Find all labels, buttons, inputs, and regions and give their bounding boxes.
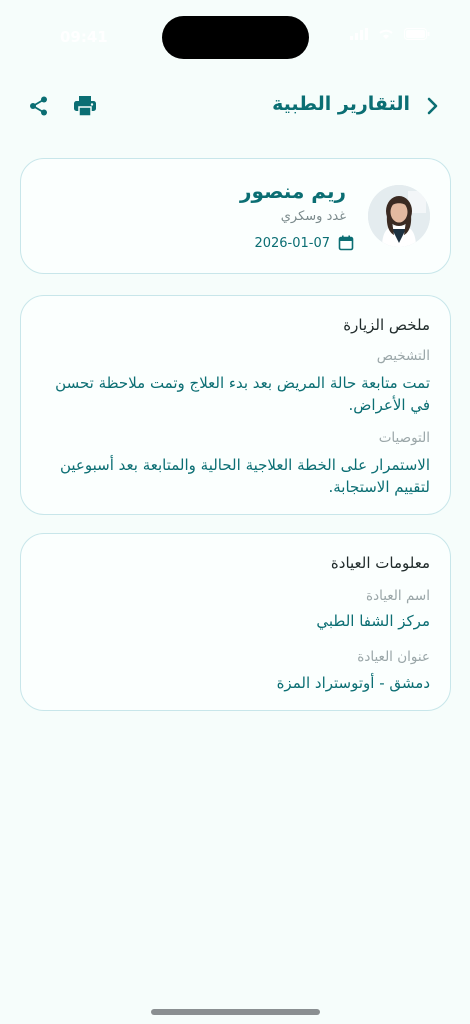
clinic-info-card: معلومات العيادة اسم العيادة مركز الشفا ا… bbox=[20, 533, 451, 711]
home-indicator[interactable] bbox=[151, 1009, 320, 1015]
doctor-photo bbox=[368, 185, 430, 247]
battery-icon bbox=[404, 28, 430, 44]
status-bar: 09:41 bbox=[0, 0, 470, 70]
patient-card: ريم منصور غدد وسكري 2026-01-07 bbox=[20, 158, 451, 274]
visit-date: 2026-01-07 bbox=[254, 235, 330, 251]
app-bar: التقارير الطبية bbox=[0, 86, 470, 126]
back-button[interactable] bbox=[418, 92, 446, 120]
status-time: 09:41 bbox=[60, 28, 108, 46]
print-button[interactable] bbox=[72, 93, 98, 119]
dynamic-island bbox=[162, 16, 309, 59]
visit-summary-card: ملخص الزيارة التشخيص تمت متابعة حالة الم… bbox=[20, 295, 451, 515]
clinic-info-title: معلومات العيادة bbox=[330, 554, 430, 572]
clinic-name-label: اسم العيادة bbox=[366, 588, 430, 604]
diagnosis-value: تمت متابعة حالة المريض بعد بدء العلاج وت… bbox=[55, 374, 430, 414]
clinic-name-value: مركز الشفا الطبي bbox=[316, 612, 430, 630]
patient-specialty: غدد وسكري bbox=[280, 209, 346, 224]
status-icons bbox=[350, 28, 430, 44]
signal-icon bbox=[350, 28, 368, 44]
share-icon bbox=[30, 96, 47, 116]
page-title: التقارير الطبية bbox=[272, 93, 410, 115]
clinic-address-value: دمشق - أوتوستراد المزة bbox=[276, 674, 430, 692]
share-button[interactable] bbox=[26, 93, 52, 119]
chevron-right-icon bbox=[427, 97, 438, 115]
recommendations-value: الاستمرار على الخطة العلاجية الحالية وال… bbox=[59, 456, 430, 496]
calendar-icon bbox=[338, 235, 354, 251]
wifi-icon bbox=[378, 28, 394, 44]
clinic-address-label: عنوان العيادة bbox=[357, 649, 430, 665]
diagnosis-label: التشخيص bbox=[376, 348, 430, 364]
date-row: 2026-01-07 bbox=[254, 235, 354, 251]
printer-icon bbox=[74, 96, 96, 116]
patient-name: ريم منصور bbox=[240, 179, 346, 203]
avatar bbox=[368, 185, 430, 247]
recommendations-label: التوصيات bbox=[378, 430, 430, 446]
visit-summary-title: ملخص الزيارة bbox=[343, 316, 430, 334]
